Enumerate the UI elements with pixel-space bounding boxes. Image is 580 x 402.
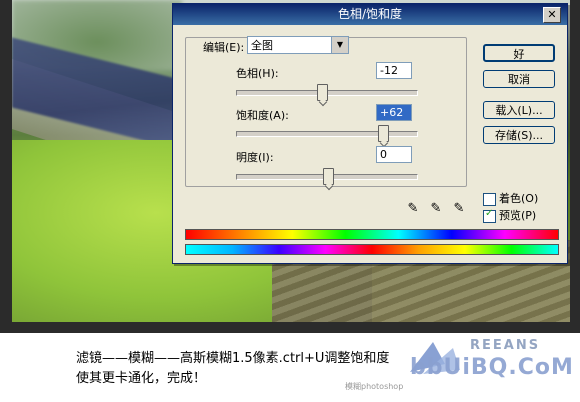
preview-checkbox[interactable]: 预览(P) [483, 207, 536, 223]
edit-select[interactable]: 全图 ▼ [247, 36, 349, 54]
saturation-slider-thumb[interactable] [378, 125, 390, 142]
saturation-slider[interactable] [236, 125, 418, 142]
output-color-bar [185, 244, 559, 255]
hue-label: 色相(H): [236, 67, 279, 80]
screenshot-frame: 色相/饱和度 ✕ 编辑(E): 全图 ▼ 色相(H): -12 饱和度(A): … [0, 0, 580, 402]
adjust-group [185, 37, 467, 187]
saturation-label: 饱和度(A): [236, 109, 289, 122]
hue-saturation-dialog: 色相/饱和度 ✕ 编辑(E): 全图 ▼ 色相(H): -12 饱和度(A): … [172, 3, 568, 264]
save-button[interactable]: 存储(S)... [483, 126, 555, 144]
hue-slider[interactable] [236, 84, 418, 101]
colorize-checkbox-box[interactable] [483, 192, 496, 206]
edit-label: 编辑(E): [203, 41, 245, 54]
input-color-bar [185, 229, 559, 240]
edit-select-value: 全图 [251, 39, 273, 52]
close-button[interactable]: ✕ [543, 7, 561, 23]
preview-label: 预览(P) [499, 209, 537, 222]
ok-button[interactable]: 好 [483, 44, 555, 62]
watermark-small: 模糊photoshop [345, 382, 404, 391]
chevron-down-icon[interactable]: ▼ [331, 37, 348, 53]
cancel-button[interactable]: 取消 [483, 70, 555, 88]
hue-slider-thumb[interactable] [316, 84, 328, 101]
watermark-top: REEANS [470, 338, 541, 353]
eyedropper-icon[interactable]: ✎ [406, 201, 420, 217]
colorize-label: 着色(O) [499, 192, 539, 205]
dialog-titlebar[interactable]: 色相/饱和度 ✕ [173, 4, 567, 25]
lightness-slider[interactable] [236, 168, 418, 185]
eyedropper-plus-icon[interactable]: ✎ [429, 201, 443, 217]
lightness-input[interactable]: 0 [376, 146, 412, 163]
saturation-input[interactable]: +62 [376, 104, 412, 121]
caption-line-1: 滤镜——模糊——高斯模糊1.5像素.ctrl+U调整饱和度 [76, 351, 390, 366]
lightness-label: 明度(I): [236, 151, 274, 164]
dialog-title: 色相/饱和度 [337, 7, 403, 21]
preview-checkbox-box[interactable] [483, 208, 496, 223]
lightness-slider-thumb[interactable] [322, 168, 334, 185]
watermark-text: bbUiBQ.CoM [410, 355, 574, 380]
caption-line-2: 使其更卡通化，完成！ [76, 371, 207, 386]
hue-input[interactable]: -12 [376, 62, 412, 79]
colorize-checkbox[interactable]: 着色(O) [483, 190, 538, 206]
load-button[interactable]: 载入(L)... [483, 101, 555, 119]
eyedropper-minus-icon[interactable]: ✎ [452, 201, 466, 217]
